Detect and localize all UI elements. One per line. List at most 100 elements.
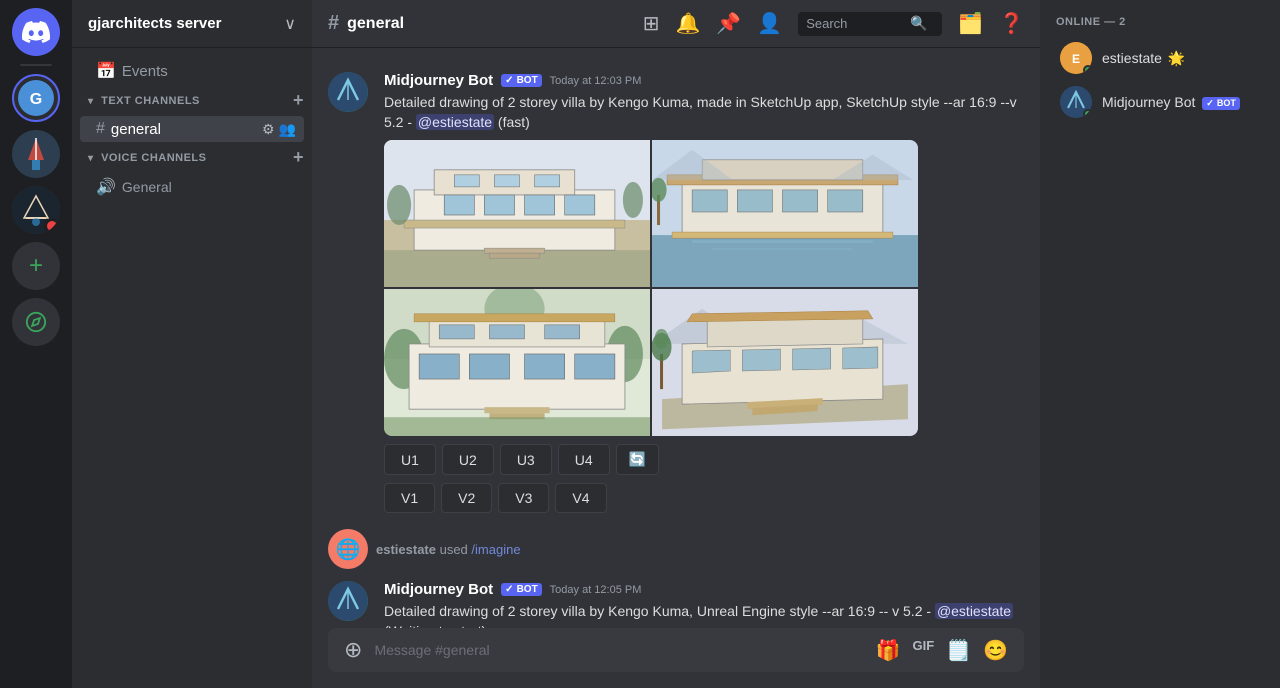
verified-icon-1: ✓ — [505, 75, 513, 86]
search-icon: 🔍 — [910, 15, 927, 32]
text-channels-label: TEXT CHANNELS — [101, 95, 200, 107]
messages-area: Midjourney Bot ✓ BOT Today at 12:03 PM D… — [312, 48, 1040, 628]
timestamp-1: Today at 12:03 PM — [550, 75, 642, 87]
channel-item-general[interactable]: # general ⚙ 👥 — [80, 116, 304, 142]
image-cell-1[interactable] — [384, 140, 650, 287]
server-sidebar: G + — [0, 0, 72, 688]
svg-text:E: E — [1072, 52, 1080, 66]
text-channels-header[interactable]: ▾ TEXT CHANNELS + — [72, 86, 312, 115]
members-icon[interactable]: 👤 — [757, 11, 782, 36]
timestamp-2: Today at 12:05 PM — [550, 584, 642, 596]
image-cell-2[interactable] — [652, 140, 918, 287]
server-icon-3[interactable] — [12, 186, 60, 234]
notification-badge — [44, 218, 60, 234]
pinned-icon[interactable]: 📌 — [716, 11, 741, 36]
header-actions: ⊞ 🔔 📌 👤 🔍 🗂️ ❓ — [643, 11, 1024, 36]
help-icon[interactable]: ❓ — [999, 11, 1024, 36]
channel-sidebar: gjarchitects server ∨ 📅 Events ▾ TEXT CH… — [72, 0, 312, 688]
message-header-2: Midjourney Bot ✓ BOT Today at 12:05 PM — [384, 581, 1024, 598]
v4-button[interactable]: V4 — [555, 483, 606, 513]
server-header[interactable]: gjarchitects server ∨ — [72, 0, 312, 48]
image-grid-1 — [384, 140, 918, 436]
hashtag-header-icon[interactable]: ⊞ — [643, 11, 660, 36]
message-text-1: Detailed drawing of 2 storey villa by Ke… — [384, 93, 1024, 132]
avatar-mj-2 — [328, 581, 368, 621]
add-attachment-button[interactable]: ⊕ — [344, 637, 362, 663]
message-input[interactable] — [374, 642, 863, 658]
server-icon-gjarchitects[interactable]: G — [12, 74, 60, 122]
v2-button[interactable]: V2 — [441, 483, 492, 513]
mention-2: @estiestate — [935, 603, 1013, 619]
member-bot-badge: ✓ BOT — [1202, 97, 1240, 110]
system-author: estiestate — [376, 542, 436, 557]
member-item-midjourney[interactable]: Midjourney Bot ✓ BOT — [1056, 80, 1264, 124]
discover-servers-button[interactable] — [12, 298, 60, 346]
add-text-channel-button[interactable]: + — [293, 90, 304, 111]
hash-icon: # — [96, 120, 105, 138]
channel-header-info: # general — [328, 12, 635, 35]
system-message-1: 🌐 estiestate used /imagine — [312, 521, 1040, 573]
discord-home-icon[interactable] — [12, 8, 60, 56]
message-text-2: Detailed drawing of 2 storey villa by Ke… — [384, 602, 1024, 628]
sticker-icon[interactable]: 🗒️ — [946, 638, 971, 663]
emoji-icon[interactable]: 😊 — [983, 638, 1008, 663]
mention-1: @estiestate — [416, 114, 494, 130]
member-name-midjourney: Midjourney Bot ✓ BOT — [1102, 94, 1240, 110]
right-sidebar: ONLINE — 2 E estiestate 🌟 Midjourney Bot — [1040, 0, 1280, 688]
voice-channel-general[interactable]: 🔊 General — [80, 173, 304, 201]
server-icon-2[interactable] — [12, 130, 60, 178]
user-settings-icon[interactable]: ⚙ — [262, 121, 275, 138]
action-buttons-row1: U1 U2 U3 U4 🔄 — [384, 444, 1024, 475]
message-input-box: ⊕ 🎁 GIF 🗒️ 😊 — [328, 628, 1024, 672]
events-label: Events — [122, 63, 296, 80]
message-group-2: Midjourney Bot ✓ BOT Today at 12:05 PM D… — [312, 573, 1040, 628]
system-text: estiestate used /imagine — [376, 542, 521, 557]
system-avatar-estiestate: 🌐 — [328, 529, 368, 569]
online-indicator-estiestate — [1083, 65, 1092, 74]
imagine-command[interactable]: /imagine — [471, 542, 520, 557]
online-indicator-midjourney — [1083, 109, 1092, 118]
message-input-area: ⊕ 🎁 GIF 🗒️ 😊 — [312, 628, 1040, 688]
u1-button[interactable]: U1 — [384, 444, 436, 475]
bot-badge-1: ✓ BOT — [501, 74, 542, 87]
u3-button[interactable]: U3 — [500, 444, 552, 475]
search-box[interactable]: 🔍 — [798, 12, 942, 36]
notifications-icon[interactable]: 🔔 — [675, 11, 700, 36]
gif-button[interactable]: GIF — [913, 638, 935, 663]
header-channel-name: general — [347, 15, 404, 33]
member-item-estiestate[interactable]: E estiestate 🌟 — [1056, 36, 1264, 80]
voice-channels-chevron: ▾ — [88, 153, 94, 164]
voice-general-label: General — [122, 179, 172, 195]
channel-members-icon[interactable]: 👥 — [279, 121, 296, 138]
server-divider — [20, 64, 52, 66]
message-content-1: Midjourney Bot ✓ BOT Today at 12:03 PM D… — [384, 72, 1024, 513]
svg-text:G: G — [30, 91, 42, 108]
gift-icon[interactable]: 🎁 — [876, 638, 901, 663]
u4-button[interactable]: U4 — [558, 444, 610, 475]
image-cell-3[interactable] — [384, 289, 650, 436]
channel-list: 📅 Events ▾ TEXT CHANNELS + # general ⚙ 👥… — [72, 48, 312, 688]
message-content-2: Midjourney Bot ✓ BOT Today at 12:05 PM D… — [384, 581, 1024, 628]
voice-channels-header[interactable]: ▾ VOICE CHANNELS + — [72, 143, 312, 172]
search-input[interactable] — [806, 16, 906, 31]
inbox-icon[interactable]: 🗂️ — [958, 11, 983, 36]
verified-icon-2: ✓ — [505, 584, 513, 595]
image-cell-4[interactable] — [652, 289, 918, 436]
bot-badge-2: ✓ BOT — [501, 583, 542, 596]
events-item[interactable]: 📅 Events — [80, 57, 304, 85]
add-voice-channel-button[interactable]: + — [293, 147, 304, 168]
member-name-estiestate: estiestate 🌟 — [1102, 50, 1185, 67]
message-group-1: Midjourney Bot ✓ BOT Today at 12:03 PM D… — [312, 64, 1040, 521]
online-header: ONLINE — 2 — [1056, 16, 1264, 28]
avatar-estiestate: E — [1060, 42, 1092, 74]
avatar-midjourney — [1060, 86, 1092, 118]
u2-button[interactable]: U2 — [442, 444, 494, 475]
main-header: # general ⊞ 🔔 📌 👤 🔍 🗂️ ❓ — [312, 0, 1040, 48]
v1-button[interactable]: V1 — [384, 483, 435, 513]
add-server-button[interactable]: + — [12, 242, 60, 290]
v3-button[interactable]: V3 — [498, 483, 549, 513]
estiestate-badge: 🌟 — [1168, 50, 1185, 66]
channel-general-name: general — [111, 121, 256, 138]
refresh-button[interactable]: 🔄 — [616, 444, 659, 475]
header-hash-icon: # — [328, 12, 339, 35]
